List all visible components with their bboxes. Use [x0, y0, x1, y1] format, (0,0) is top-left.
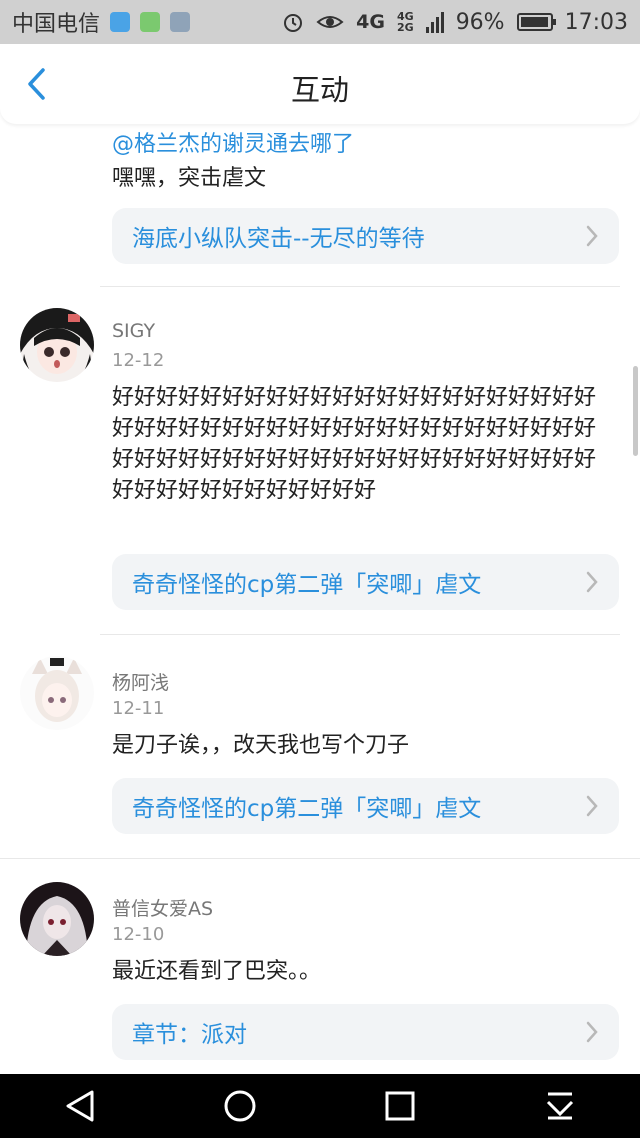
pull-down-icon	[546, 1092, 574, 1120]
nav-back-button[interactable]	[50, 1076, 110, 1136]
chevron-right-icon	[585, 795, 599, 817]
system-nav-bar	[0, 1074, 640, 1138]
username[interactable]: SIGY	[112, 320, 155, 342]
chevron-right-icon	[585, 225, 599, 247]
app-notification-icon	[140, 12, 161, 32]
avatar[interactable]	[20, 656, 94, 730]
square-recents-icon	[385, 1091, 415, 1121]
avatar[interactable]	[20, 882, 94, 956]
nav-recents-button[interactable]	[370, 1076, 430, 1136]
story-link-card[interactable]: 海底小纵队突击--无尽的等待	[112, 208, 619, 264]
battery-percent: 96%	[455, 9, 505, 35]
comment-date: 12-11	[112, 698, 165, 719]
mention-link[interactable]: @格兰杰的谢灵通去哪了	[112, 132, 354, 157]
divider	[100, 634, 620, 635]
comment-text: @格兰杰的谢灵通去哪了 嘿嘿，突击虐文	[112, 132, 355, 191]
battery-icon	[516, 13, 556, 31]
story-link-title: 章节：派对	[132, 1022, 247, 1048]
divider	[100, 286, 620, 287]
chevron-right-icon	[585, 1021, 599, 1043]
story-link-title: 奇奇怪怪的cp第二弹「突唧」虐文	[132, 572, 482, 598]
comment-date: 12-10	[112, 924, 165, 945]
signal-icon	[425, 12, 444, 33]
status-bar: 中国电信 4G 4G 2G 96% 17:03	[0, 0, 640, 44]
divider	[0, 858, 640, 859]
clock: 17:03	[564, 9, 628, 35]
triangle-back-icon	[66, 1090, 94, 1122]
title-bar: 互动	[0, 44, 640, 124]
username[interactable]: 普信女爱AS	[112, 894, 213, 921]
username[interactable]: 杨阿浅	[112, 668, 169, 695]
page-title: 互动	[290, 73, 349, 107]
circle-home-icon	[224, 1090, 256, 1122]
carrier-name: 中国电信	[12, 12, 101, 37]
story-link-title: 奇奇怪怪的cp第二弹「突唧」虐文	[132, 796, 482, 822]
story-link-title: 海底小纵队突击--无尽的等待	[132, 226, 425, 252]
story-link-card[interactable]: 奇奇怪怪的cp第二弹「突唧」虐文	[112, 778, 619, 834]
avatar[interactable]	[20, 308, 94, 382]
network-type: 4G	[356, 11, 385, 33]
app-notification-icon	[110, 12, 131, 32]
nav-home-button[interactable]	[210, 1076, 270, 1136]
alarm-icon	[284, 14, 303, 32]
story-link-card[interactable]: 奇奇怪怪的cp第二弹「突唧」虐文	[112, 554, 619, 610]
story-link-card[interactable]: 章节：派对	[112, 1004, 619, 1060]
chevron-right-icon	[585, 571, 599, 593]
nav-notification-button[interactable]	[530, 1076, 590, 1136]
comment-text: 是刀子诶，，改天我也写个刀子	[112, 733, 410, 758]
comment-list[interactable]: @格兰杰的谢灵通去哪了 嘿嘿，突击虐文 海底小纵队突击--无尽的等待 SIGY …	[0, 124, 640, 1074]
comment-date: 12-12	[112, 350, 165, 371]
eye-icon	[316, 16, 344, 28]
image-notification-icon	[170, 12, 191, 32]
scrollbar[interactable]	[633, 366, 638, 456]
network-dual: 4G 2G	[397, 10, 414, 34]
comment-text: 最近还看到了巴突。。	[112, 959, 322, 984]
comment-text: 好好好好好好好好好好好好好好好好好好好好好好好好好好好好好好好好好好好好好好好好…	[112, 385, 597, 503]
